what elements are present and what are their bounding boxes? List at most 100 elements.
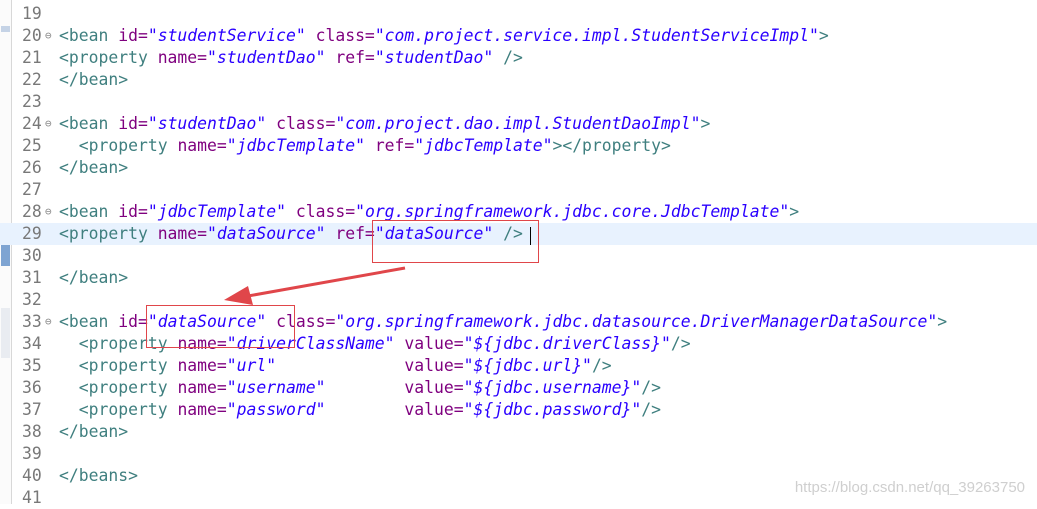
value-token: "${jdbc.url}" <box>463 356 592 375</box>
tag-token: > <box>937 312 948 331</box>
code-line[interactable]: 22 </bean> <box>0 69 1037 91</box>
attribute-token: name= <box>177 136 227 155</box>
code-line[interactable]: 23 <box>0 91 1037 113</box>
code-text: <property name="password" value="${jdbc.… <box>59 399 661 421</box>
value-token: "com.project.service.impl.StudentService… <box>374 26 819 45</box>
tag-token: <property <box>78 400 178 419</box>
code-text: <bean id="studentDao" class="com.project… <box>59 113 710 135</box>
attribute-token: class= <box>315 26 375 45</box>
code-line[interactable]: 37 <property name="password" value="${jd… <box>0 399 1037 421</box>
value-token: "studentDao" <box>207 48 326 67</box>
attribute-token: value= <box>404 400 464 419</box>
line-number: 41 <box>22 488 42 507</box>
value-token: "jdbcTemplate" <box>414 136 553 155</box>
code-text: </bean> <box>59 157 128 179</box>
attribute-token: id= <box>118 202 148 221</box>
line-number: 30 <box>22 246 42 265</box>
code-line[interactable]: 27 <box>0 179 1037 201</box>
attribute-token: name= <box>177 356 227 375</box>
attribute-token: value= <box>404 378 464 397</box>
tag-token: /> <box>591 356 612 375</box>
line-number: 23 <box>22 92 42 111</box>
code-text: <property name="url" value="${jdbc.url}"… <box>59 355 612 377</box>
line-number: 19 <box>22 4 42 23</box>
code-line[interactable]: 35 <property name="url" value="${jdbc.ur… <box>0 355 1037 377</box>
code-line[interactable]: 24 ⊖ <bean id="studentDao" class="com.proj… <box>0 113 1037 135</box>
value-token: "${jdbc.driverClass}" <box>463 334 671 353</box>
code-line[interactable]: 26 </bean> <box>0 157 1037 179</box>
tag-token: </bean> <box>59 70 129 89</box>
tag-token: > <box>700 114 711 133</box>
attribute-token: name= <box>157 224 208 243</box>
code-editor[interactable]: 19 20 ⊖ <bean id="studentService" class="co… <box>0 0 1037 507</box>
line-number: 37 <box>22 400 42 419</box>
code-text: <property name="jdbcTemplate" ref="jdbcT… <box>59 135 671 157</box>
fold-toggle-icon[interactable]: ⊖ <box>45 25 57 47</box>
fold-toggle-icon[interactable]: ⊖ <box>45 201 57 223</box>
code-text: </bean> <box>59 267 128 289</box>
attribute-token: class= <box>295 202 356 221</box>
line-number: 40 <box>22 466 42 485</box>
line-number: 39 <box>22 444 42 463</box>
attribute-token: ref= <box>374 136 415 155</box>
attribute-token: value= <box>404 334 464 353</box>
value-token: "com.project.dao.impl.StudentDaoImpl" <box>335 114 701 133</box>
code-line[interactable]: 20 ⊖ <bean id="studentService" class="com.… <box>0 25 1037 47</box>
line-number: 27 <box>22 180 42 199</box>
tag-token: ></property> <box>552 136 671 155</box>
watermark: https://blog.csdn.net/qq_39263750 <box>794 479 1025 496</box>
value-token: "username" <box>226 378 326 397</box>
attribute-token: id= <box>118 312 148 331</box>
code-line[interactable]: 19 <box>0 3 1037 25</box>
value-token: "jdbcTemplate" <box>147 202 286 221</box>
fold-toggle-icon[interactable]: ⊖ <box>45 113 57 135</box>
line-number: 31 <box>22 268 42 287</box>
tag-token: </bean> <box>59 158 129 177</box>
tag-token: </bean> <box>59 268 129 287</box>
attribute-token: id= <box>118 26 148 45</box>
tag-token: <property <box>59 224 158 243</box>
code-line[interactable]: 31 </bean> <box>0 267 1037 289</box>
fold-toggle-icon[interactable]: ⊖ <box>45 311 57 333</box>
value-token: "studentDao" <box>147 114 267 133</box>
value-token: "org.springframework.jdbc.core.JdbcTempl… <box>355 202 790 221</box>
value-token: "jdbcTemplate" <box>226 136 365 155</box>
tag-token: </bean> <box>59 422 129 441</box>
tag-token: /> <box>670 334 691 353</box>
attribute-token: class= <box>276 114 336 133</box>
value-token: "studentService" <box>147 26 306 45</box>
line-number: 25 <box>22 136 42 155</box>
tag-token: <bean <box>59 202 119 221</box>
tag-token: > <box>818 26 829 45</box>
tag-token: <bean <box>59 312 119 331</box>
line-number: 21 <box>22 48 42 67</box>
attribute-token: id= <box>118 114 148 133</box>
code-text: <property name="studentDao" ref="student… <box>59 47 523 69</box>
value-token: "studentDao" <box>374 48 494 67</box>
attribute-token: name= <box>177 400 227 419</box>
code-text: </beans> <box>59 465 138 487</box>
tag-token: <bean <box>59 114 119 133</box>
value-token: "dataSource" <box>207 224 326 243</box>
value-token: "${jdbc.username}" <box>463 378 642 397</box>
code-line[interactable]: 38 </bean> <box>0 421 1037 443</box>
code-line[interactable]: 39 <box>0 443 1037 465</box>
tag-token: <property <box>78 378 178 397</box>
line-number: 32 <box>22 290 42 309</box>
code-line[interactable]: 25 <property name="jdbcTemplate" ref="jd… <box>0 135 1037 157</box>
code-line[interactable]: 36 <property name="username" value="${jd… <box>0 377 1037 399</box>
value-token: "password" <box>226 400 326 419</box>
value-token: "org.springframework.jdbc.datasource.Dri… <box>335 312 938 331</box>
code-line[interactable]: 21 <property name="studentDao" ref="stude… <box>0 47 1037 69</box>
tag-token: <property <box>78 356 178 375</box>
value-token: "url" <box>226 356 277 375</box>
